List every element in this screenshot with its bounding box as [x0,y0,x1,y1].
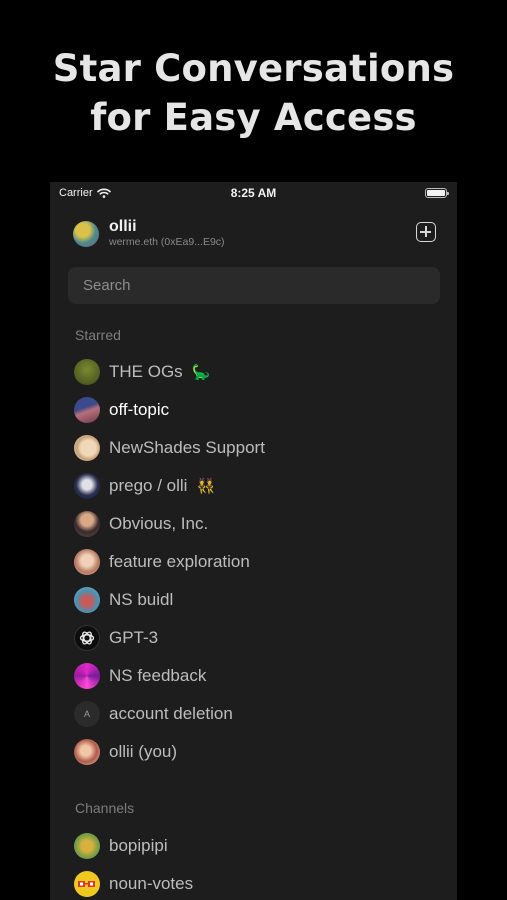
starred-item-ns-feedback[interactable]: NS feedback [74,662,206,690]
channel-avatar [74,587,100,613]
channel-name: NS buidl [109,590,174,609]
account-address: werme.eth (0xEa9...E9c) [109,236,225,248]
channel-name: NewShades Support [109,438,265,457]
channel-name: feature exploration [109,552,250,571]
channel-avatar [74,833,100,859]
channel-avatar [74,359,100,385]
channel-avatar [74,473,100,499]
channel-name: off-topic [109,400,170,419]
headline-line-2: for Easy Access [90,96,417,139]
noggles-avatar [74,871,100,897]
starred-item-off-topic[interactable]: off-topic [74,396,169,424]
channel-name: prego / olli [109,476,188,495]
starred-item-ollii-you[interactable]: ollii (you) [74,738,177,766]
channel-name: GPT-3 [109,628,159,647]
channel-name: NS feedback [109,666,207,685]
channel-name: Obvious, Inc. [109,514,209,533]
phone-screen: Carrier 8:25 AM ollii werme.eth (0xEa9..… [50,182,457,900]
starred-item-the-ogs[interactable]: THE OGs 🦕 [74,358,210,386]
promo-headline: Star Conversations for Easy Access [0,44,507,142]
channel-item-bopipipi[interactable]: bopipipi [74,832,168,860]
avatar-initial: A [83,709,90,719]
channel-name: THE OGs [109,362,183,381]
channels-section-label: Channels [75,800,135,816]
channel-avatar [74,511,100,537]
account-header[interactable]: ollii werme.eth (0xEa9...E9c) [73,218,225,249]
starred-item-prego-olli[interactable]: prego / olli 👯 [74,472,215,500]
new-message-icon[interactable] [416,222,436,242]
channel-avatar [74,397,100,423]
headline-line-1: Star Conversations [52,47,455,90]
battery-icon [425,188,449,198]
channel-name: noun-votes [109,874,194,893]
account-avatar [73,220,99,247]
starred-item-newshades-support[interactable]: NewShades Support [74,434,265,462]
channel-avatar [74,435,100,461]
status-bar: Carrier 8:25 AM [50,182,457,204]
account-name: ollii [109,218,137,235]
starred-item-ns-buidl[interactable]: NS buidl [74,586,173,614]
starred-item-feature-exploration[interactable]: feature exploration [74,548,250,576]
channel-name: account deletion [109,704,233,723]
openai-icon [74,625,100,651]
channel-avatar [74,549,100,575]
clock: 8:25 AM [230,186,277,200]
starred-item-gpt-3[interactable]: GPT-3 [74,624,158,652]
dancers-emoji: 👯 [196,478,216,495]
dinosaur-emoji: 🦕 [191,364,211,381]
user-avatar [74,739,100,765]
search-input[interactable]: Search [68,267,440,304]
starred-item-obvious-inc[interactable]: Obvious, Inc. [74,510,208,538]
channel-avatar [74,663,100,689]
channel-name: bopipipi [109,836,168,855]
channel-name: ollii (you) [109,742,178,761]
starred-section-label: Starred [75,327,121,343]
channel-avatar: A [74,701,100,727]
channel-item-noun-votes[interactable]: noun-votes [74,870,193,898]
account-info: ollii werme.eth (0xEa9...E9c) [109,218,225,249]
starred-item-account-deletion[interactable]: A account deletion [74,700,233,728]
